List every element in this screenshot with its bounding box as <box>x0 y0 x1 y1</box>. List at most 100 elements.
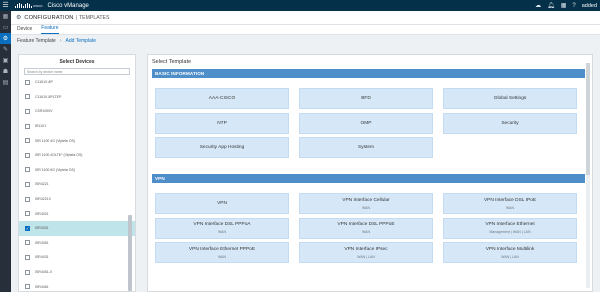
section-heading: BASIC INFORMATION <box>152 69 585 78</box>
tab-device[interactable]: Device <box>17 26 32 34</box>
device-row[interactable]: ISR4431 <box>19 250 135 265</box>
template-card[interactable]: VPN Interface DSL PPPoA WAN <box>155 217 289 239</box>
checkbox[interactable] <box>25 138 30 144</box>
template-card[interactable]: NTP <box>155 112 289 134</box>
template-card-subtitle: WAN <box>361 205 371 210</box>
checkbox[interactable] <box>25 167 30 173</box>
template-card[interactable]: Global Settings <box>443 88 577 109</box>
template-card-subtitle: Management | WAN | LAN <box>489 230 531 234</box>
device-list: C1161X-8P C1161X-8PLTEP CSR1000V IR1101 ISR … <box>19 75 135 291</box>
template-card[interactable]: System <box>299 137 433 158</box>
template-card-title: VPN Interface DSL IPoE <box>483 197 537 203</box>
device-name: C1161X-8P <box>35 80 53 85</box>
bell-icon[interactable]: 🔔︎ <box>547 3 555 9</box>
checkbox[interactable] <box>25 254 30 260</box>
tab-feature[interactable]: Feature <box>41 25 59 34</box>
app-title: Cisco vManage <box>47 2 89 9</box>
device-row[interactable]: ISR4461 <box>19 279 135 291</box>
checkbox[interactable] <box>25 269 30 275</box>
template-card[interactable]: VPN Interface DSL IPoE WAN <box>443 193 577 214</box>
template-card-subtitle: WAN <box>217 254 227 259</box>
template-card-subtitle: WAN <box>505 205 515 210</box>
template-card-title: VPN Interface Ethernet <box>485 222 535 227</box>
template-card[interactable]: VPN Interface Cellular WAN <box>299 193 433 214</box>
dashboard-icon[interactable]: ▦ <box>0 11 11 22</box>
device-row[interactable]: ISR 1100 6G (Viptela OS) <box>19 163 135 178</box>
template-card[interactable]: VPN Interface Ethernet PPPoE WAN <box>155 242 289 263</box>
gear-icon[interactable]: ⚙ <box>0 33 11 44</box>
checkbox[interactable] <box>25 211 30 217</box>
checkbox[interactable] <box>25 94 30 100</box>
device-name: CSR1000V <box>35 109 53 114</box>
device-search-input[interactable]: Search by device name <box>24 68 130 75</box>
monitor-icon[interactable]: ▭ <box>0 22 11 33</box>
template-card-title: VPN Interface DSL PPPoA <box>193 222 251 227</box>
template-card[interactable]: VPN <box>155 193 289 214</box>
cloud-icon[interactable]: ☁ <box>535 3 541 9</box>
device-list-scrollbar[interactable] <box>128 215 132 291</box>
analytics-icon[interactable]: ▤ <box>0 77 11 88</box>
section-heading: VPN <box>152 174 585 183</box>
user-name[interactable]: added <box>582 3 597 9</box>
device-row[interactable]: ISR 1100 4GLTE* (Viptela OS) <box>19 148 135 163</box>
device-row[interactable]: C1161X-8PLTEP <box>19 90 135 105</box>
sidebar: ▦ ▭ ⚙ ✎ ▣ ☗ ▤ <box>0 11 11 292</box>
device-name: ISR4221 <box>35 182 49 187</box>
add-template-link[interactable]: Add Template <box>66 38 96 44</box>
template-card[interactable]: VPN Interface Multilink WAN | LAN <box>443 242 577 263</box>
users-icon[interactable]: ☗ <box>0 66 11 77</box>
device-row[interactable]: IR1101 <box>19 119 135 134</box>
template-card[interactable]: VPN Interface IPsec WAN | LAN <box>299 242 433 263</box>
checkbox-checked[interactable]: ✓ <box>25 225 30 231</box>
checkbox[interactable] <box>25 152 30 158</box>
gear-icon: ⚙ <box>16 15 22 21</box>
template-card[interactable]: BFD <box>299 88 433 109</box>
checkbox[interactable] <box>25 196 30 202</box>
template-card[interactable]: OMP <box>299 112 433 134</box>
template-card[interactable]: Security <box>443 112 577 134</box>
logo-word: CISCO <box>33 3 43 8</box>
checkbox[interactable] <box>25 181 30 187</box>
device-name: C1161X-8PLTEP <box>35 94 62 99</box>
tasks-icon[interactable]: ▦ <box>561 3 567 9</box>
select-template-panel: Select Template BASIC INFORMATION AAA-CIS… <box>147 54 593 292</box>
device-row[interactable]: ✓ ISR4331 <box>19 220 135 236</box>
breadcrumb-section: CONFIGURATION <box>24 14 74 21</box>
device-name: ISR4331 <box>35 226 49 231</box>
device-row[interactable]: ISR4321 <box>19 206 135 221</box>
template-card[interactable]: VPN Interface DSL PPPoE WAN <box>299 217 433 239</box>
device-row[interactable]: CSR1000V <box>19 104 135 119</box>
template-card-subtitle: WAN <box>217 230 227 234</box>
device-row[interactable]: C1161X-8P <box>19 75 135 90</box>
help-icon[interactable]: ? <box>572 3 575 9</box>
checkbox[interactable] <box>25 108 30 114</box>
device-row[interactable]: ISR 1100 4G (Viptela OS) <box>19 133 135 148</box>
toolbox-icon[interactable]: ▣ <box>0 55 11 66</box>
template-card[interactable]: VPN Interface Ethernet Management | WAN |… <box>443 217 577 239</box>
wrench-icon[interactable]: ✎ <box>0 44 11 55</box>
feature-template-link[interactable]: Feature Template <box>17 38 56 44</box>
template-card-title: Global Settings <box>493 96 527 101</box>
checkbox[interactable] <box>25 284 30 290</box>
device-row[interactable]: ISR4451-X <box>19 265 135 280</box>
template-card-title: VPN Interface Ethernet PPPoE <box>188 246 256 252</box>
checkbox[interactable] <box>25 240 30 246</box>
device-name: ISR 1100 4GLTE* (Viptela OS) <box>35 153 83 158</box>
menu-icon[interactable]: ☰ <box>0 0 11 11</box>
template-scrollbar-thumb[interactable] <box>586 63 590 175</box>
checkbox[interactable] <box>25 79 30 85</box>
template-card-subtitle: WAN | LAN <box>501 254 519 259</box>
checkbox[interactable] <box>25 123 30 129</box>
template-card[interactable]: Security App Hosting <box>155 137 289 158</box>
device-name: ISR 1100 4G (Viptela OS) <box>35 138 75 143</box>
template-card[interactable]: AAA-CISCO <box>155 88 289 109</box>
device-row[interactable]: ISR4221X <box>19 192 135 207</box>
device-name: ISR4461 <box>35 284 49 289</box>
device-row[interactable]: ISR4221 <box>19 177 135 192</box>
device-name: ISR4431 <box>35 255 49 260</box>
device-name: IR1101 <box>35 124 47 129</box>
template-card-title: VPN Interface Multilink <box>485 246 535 252</box>
select-template-title: Select Template <box>152 59 192 65</box>
device-name: ISR4451-X <box>35 270 53 275</box>
device-row[interactable]: ISR4351 <box>19 236 135 251</box>
